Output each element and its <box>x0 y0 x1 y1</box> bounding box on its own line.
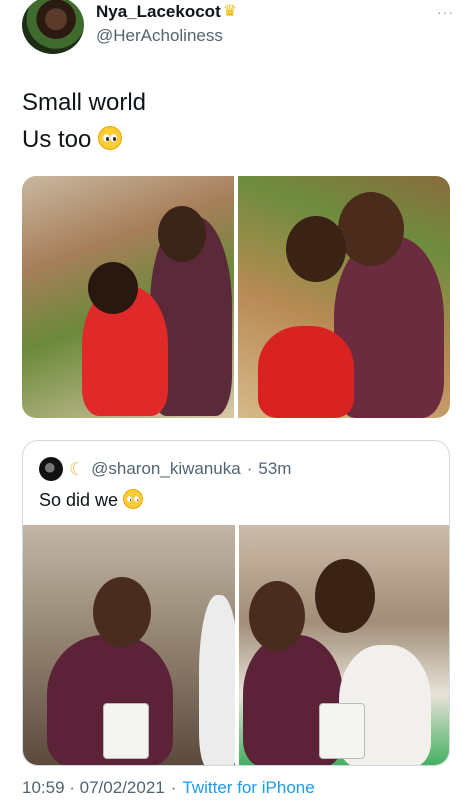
quoted-avatar[interactable] <box>39 457 63 481</box>
photo-figure-woman-head <box>88 262 138 314</box>
quoted-tweet-card[interactable]: ☾ @sharon_kiwanuka · 53m So did we <box>22 440 450 766</box>
quoted-tweet-header: ☾ @sharon_kiwanuka · 53m <box>39 457 291 481</box>
photo-figure-woman-head <box>286 216 346 282</box>
pleading-face-icon <box>98 126 123 150</box>
tweet-timestamp[interactable]: 10:59 · 07/02/2021 <box>22 778 165 798</box>
photo-figure-man-head <box>93 577 151 647</box>
crescent-moon-icon: ☾ <box>69 459 86 479</box>
crown-icon: ♛ <box>222 3 238 20</box>
author-handle[interactable]: @HerAcholiness <box>96 26 223 46</box>
tweet-meta: 10:59 · 07/02/2021 · Twitter for iPhone <box>22 778 315 798</box>
quoted-text: So did we <box>39 490 119 510</box>
tweet-header: Nya_Lacekocot ♛ @HerAcholiness ··· <box>22 0 462 56</box>
photo-card-prop <box>103 703 149 759</box>
photo-figure-woman <box>258 326 354 418</box>
photo-figure-man-head <box>158 206 206 262</box>
photo-figure-man-head <box>249 581 305 651</box>
display-name[interactable]: Nya_Lacekocot <box>96 2 221 22</box>
photo-figure-woman-head <box>315 559 375 633</box>
meta-separator: · <box>170 778 177 797</box>
tweet-photo-1[interactable] <box>22 176 234 418</box>
more-options-icon[interactable]: ··· <box>437 4 454 20</box>
photo-figure-man-head <box>338 192 404 266</box>
photo-figure-woman <box>199 595 235 765</box>
quoted-photo-1[interactable] <box>23 525 235 765</box>
tweet-line-2: Us too <box>22 121 146 158</box>
tweet-photo-2[interactable] <box>238 176 450 418</box>
tweet-media-grid <box>22 176 450 418</box>
quoted-media-grid <box>23 525 449 765</box>
author-name-row[interactable]: Nya_Lacekocot ♛ <box>96 2 237 22</box>
pleading-face-icon <box>123 489 144 509</box>
photo-card-prop <box>319 703 365 759</box>
tweet-line-2-text: Us too <box>22 126 92 153</box>
quoted-handle[interactable]: @sharon_kiwanuka <box>91 459 241 479</box>
quoted-time[interactable]: 53m <box>258 459 291 479</box>
avatar[interactable] <box>22 0 84 54</box>
tweet-line-1: Small world <box>22 89 147 116</box>
tweet-text: Small world Us too <box>22 84 146 158</box>
quoted-photo-2[interactable] <box>239 525 449 765</box>
quoted-tweet-text: So did we <box>39 489 144 511</box>
quoted-separator: · <box>246 459 253 478</box>
tweet-source-link[interactable]: Twitter for iPhone <box>182 778 314 798</box>
